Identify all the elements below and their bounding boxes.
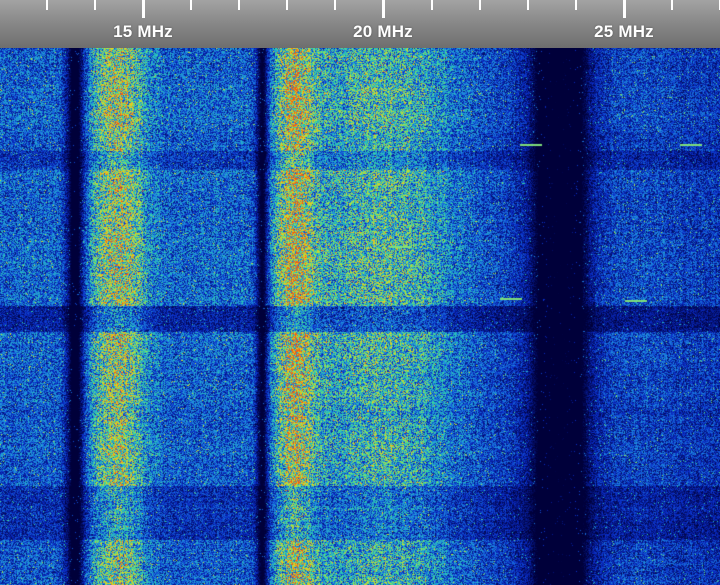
minor-tick	[93, 0, 96, 10]
major-tick	[622, 0, 626, 18]
major-tick	[141, 0, 145, 18]
freq-label-15mhz: 15 MHz	[113, 22, 173, 41]
freq-label-20mhz: 20 MHz	[353, 22, 413, 41]
minor-tick	[334, 0, 337, 10]
major-tick	[382, 0, 385, 18]
minor-tick	[190, 0, 193, 10]
minor-tick	[286, 0, 289, 10]
minor-tick	[238, 0, 241, 10]
freq-label-25mhz: 25 MHz	[594, 22, 654, 41]
minor-tick	[526, 0, 529, 10]
waterfall-display[interactable]	[0, 48, 720, 585]
frequency-scale[interactable]: 15 MHz 20 MHz 25 MHz	[0, 0, 720, 48]
minor-tick	[430, 0, 433, 10]
minor-tick	[671, 0, 674, 10]
minor-tick	[45, 0, 48, 10]
minor-tick	[478, 0, 481, 10]
minor-tick	[574, 0, 577, 10]
